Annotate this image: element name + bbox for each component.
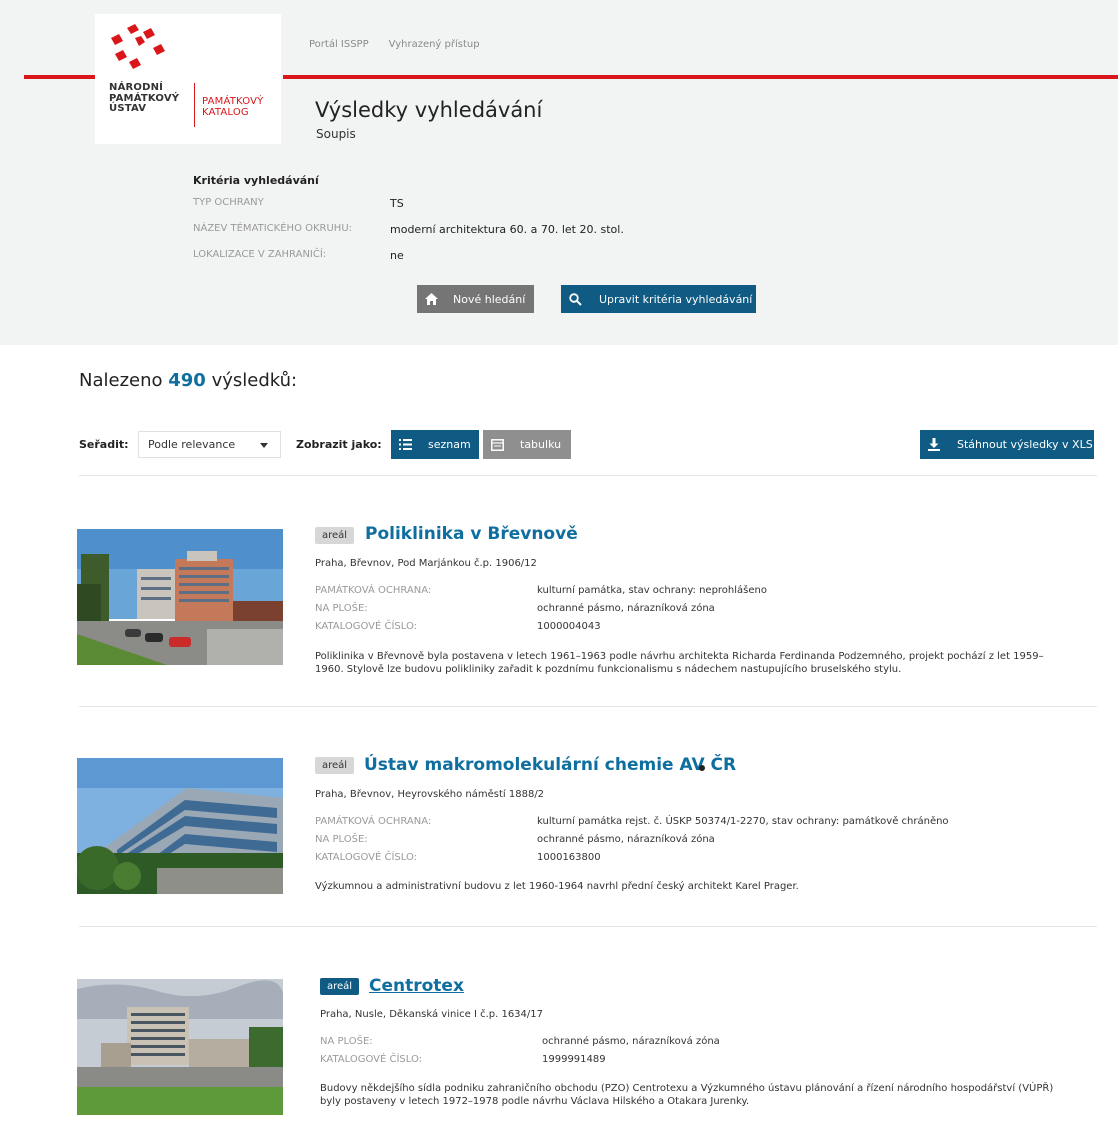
download-icon — [920, 431, 948, 459]
org-name: NÁRODNÍ PAMÁTKOVÝ ÚSTAV — [109, 82, 180, 114]
top-link-portal[interactable]: Portál ISSPP — [309, 39, 369, 50]
header-rule — [283, 75, 1118, 79]
type-badge: areál — [315, 527, 355, 544]
home-icon — [417, 285, 445, 313]
result-address: Praha, Břevnov, Heyrovského náměstí 1888… — [315, 789, 545, 800]
logo-divider — [194, 83, 195, 127]
divider — [79, 475, 1097, 476]
criteria-label: LOKALIZACE V ZAHRANIČÍ: — [193, 249, 327, 260]
field-label: KATALOGOVÉ ČÍSLO: — [320, 1054, 423, 1065]
results-count: Nalezeno 490 výsledků: — [79, 370, 298, 391]
view-list-button[interactable]: seznam — [391, 430, 479, 459]
result-description: Budovy někdejšího sídla podniku zahranič… — [320, 1083, 1054, 1107]
sort-label: Seřadit: — [79, 438, 129, 451]
field-label: NA PLOŠE: — [320, 1036, 373, 1047]
result-description: Výzkumnou a administrativní budovu z let… — [315, 881, 799, 892]
result-title-link[interactable]: Poliklinika v Břevnově — [365, 524, 578, 544]
edit-criteria-button[interactable]: Upravit kritéria vyhledávání — [561, 285, 756, 313]
protected-dot-icon — [699, 765, 705, 771]
field-label: NA PLOŠE: — [315, 603, 368, 614]
view-label: Zobrazit jako: — [296, 438, 382, 451]
result-photo[interactable] — [77, 979, 283, 1115]
field-label: KATALOGOVÉ ČÍSLO: — [315, 621, 418, 632]
view-table-button[interactable]: tabulku — [483, 430, 571, 459]
page-title: Výsledky vyhledávání — [315, 98, 543, 122]
field-value: ochranné pásmo, nárazníková zóna — [537, 834, 715, 845]
building-photo-icon — [77, 758, 283, 894]
criteria-heading: Kritéria vyhledávání — [193, 174, 319, 187]
criteria-label: TYP OCHRANY — [193, 197, 264, 208]
result-address: Praha, Břevnov, Pod Marjánkou č.p. 1906/… — [315, 558, 537, 569]
field-value: ochranné pásmo, nárazníková zóna — [537, 603, 715, 614]
type-badge: areál — [315, 757, 355, 774]
list-icon — [391, 431, 419, 459]
field-label: NA PLOŠE: — [315, 834, 368, 845]
result-address: Praha, Nusle, Děkanská vinice I č.p. 163… — [320, 1009, 543, 1020]
divider — [79, 926, 1097, 927]
caret-down-icon — [260, 443, 268, 448]
type-badge: areál — [320, 978, 360, 995]
page-subtitle: Soupis — [316, 127, 356, 141]
criteria-label: NÁZEV TÉMATICKÉHO OKRUHU: — [193, 223, 353, 234]
field-value: kulturní památka, stav ochrany: neprohlá… — [537, 585, 767, 596]
npu-logo-icon — [111, 24, 165, 69]
result-title-link[interactable]: Ústav makromolekulární chemie AV ČR — [364, 755, 736, 775]
criteria-value: ne — [390, 249, 404, 262]
building-photo-icon — [77, 979, 283, 1115]
result-photo[interactable] — [77, 529, 283, 665]
catalog-name: PAMÁTKOVÝ KATALOG — [202, 96, 264, 118]
criteria-value: moderní architektura 60. a 70. let 20. s… — [390, 223, 624, 236]
site-logo[interactable]: NÁRODNÍ PAMÁTKOVÝ ÚSTAV PAMÁTKOVÝ KATALO… — [95, 14, 281, 144]
field-label: PAMÁTKOVÁ OCHRANA: — [315, 585, 432, 596]
result-description: Poliklinika v Břevnově byla postavena v … — [315, 651, 1044, 675]
building-photo-icon — [77, 529, 283, 665]
field-value: 1000163800 — [537, 852, 601, 863]
sort-select[interactable]: Podle relevance — [138, 431, 281, 458]
result-title-link[interactable]: Centrotex — [369, 976, 464, 996]
top-nav: Portál ISSPP Vyhrazený přístup — [309, 39, 480, 50]
field-label: PAMÁTKOVÁ OCHRANA: — [315, 816, 432, 827]
field-value: 1000004043 — [537, 621, 601, 632]
search-icon — [561, 285, 589, 313]
field-label: KATALOGOVÉ ČÍSLO: — [315, 852, 418, 863]
criteria-value: TS — [390, 197, 404, 210]
field-value: ochranné pásmo, nárazníková zóna — [542, 1036, 720, 1047]
top-link-restricted[interactable]: Vyhrazený přístup — [389, 39, 480, 50]
new-search-button[interactable]: Nové hledání — [417, 285, 534, 313]
download-xls-button[interactable]: Stáhnout výsledky v XLS — [920, 430, 1094, 459]
divider — [79, 706, 1097, 707]
field-value: 1999991489 — [542, 1054, 606, 1065]
header-rule — [24, 75, 95, 79]
field-value: kulturní památka rejst. č. ÚSKP 50374/1-… — [537, 816, 949, 827]
table-icon — [483, 431, 511, 459]
result-photo[interactable] — [77, 758, 283, 894]
